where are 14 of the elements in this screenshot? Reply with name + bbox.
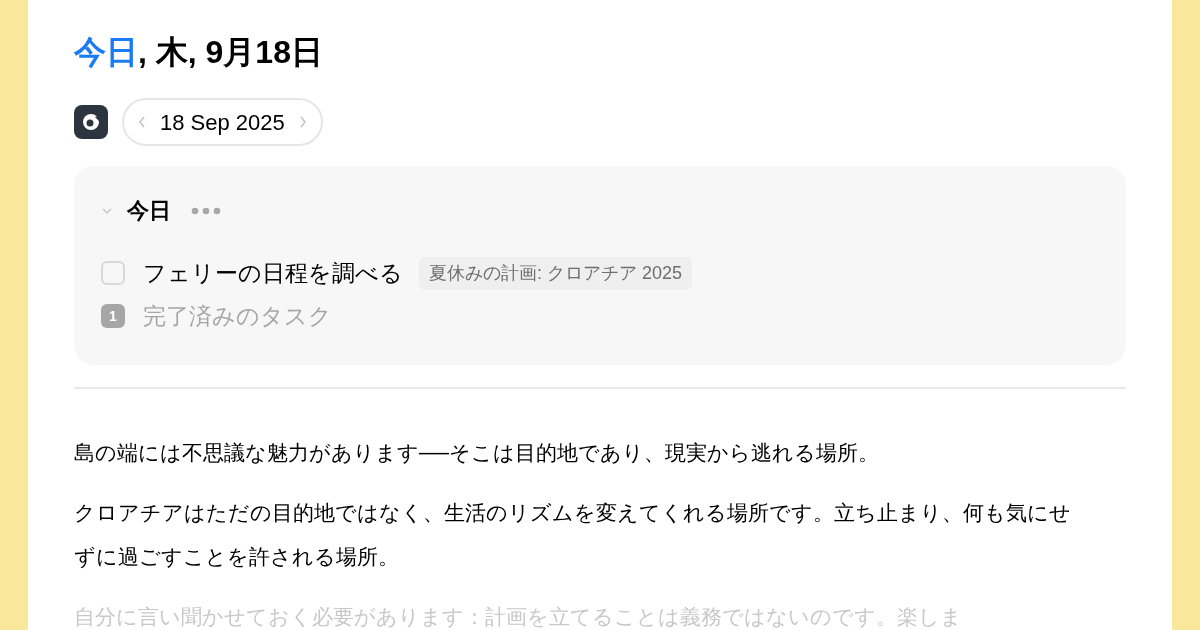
completed-count-badge: 1 bbox=[101, 304, 125, 328]
date-label: 18 Sep 2025 bbox=[160, 108, 285, 137]
project-tag[interactable]: 夏休みの計画: クロアチア 2025 bbox=[419, 256, 693, 290]
page-title: 今日, 木, 9月18日 bbox=[74, 33, 323, 72]
section-title: 今日 bbox=[127, 197, 171, 225]
chevron-right-icon[interactable] bbox=[298, 115, 307, 129]
task-title[interactable]: フェリーの日程を調べる bbox=[143, 255, 403, 291]
task-checkbox[interactable] bbox=[101, 261, 125, 285]
more-icon[interactable] bbox=[191, 206, 221, 215]
note-paragraph: クロアチアはただの目的地ではなく、生活のリズムを変えてくれる場所です。立ち止まり、何も気にせずに過ごすことを許される場所。 bbox=[74, 500, 1072, 570]
note-paragraph: 島の端には不思議な魅力があります──そこは目的地であり、現実から逃れる場所。 bbox=[74, 440, 880, 466]
chevron-down-icon[interactable] bbox=[101, 206, 113, 215]
app-logo-icon[interactable] bbox=[74, 105, 108, 139]
chevron-left-icon[interactable] bbox=[138, 115, 146, 129]
